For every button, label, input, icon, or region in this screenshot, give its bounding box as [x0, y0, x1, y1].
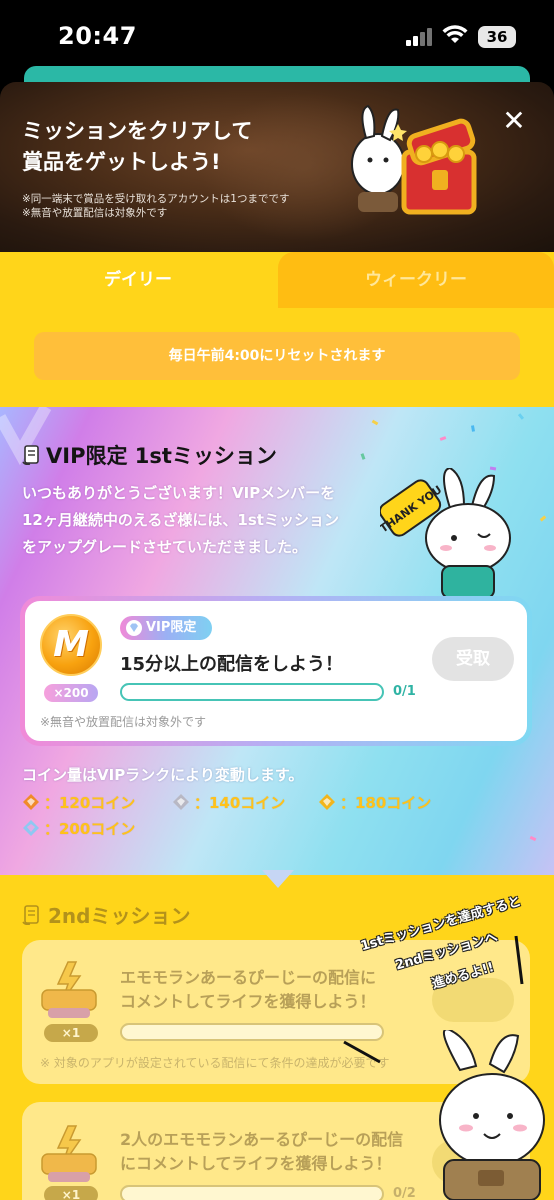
- rank-info-title: コイン量はVIPランクにより変動します。: [22, 766, 304, 784]
- header-note: ※無音や放置配信は対象外です: [22, 207, 168, 219]
- mission-progress-bar: [120, 683, 384, 701]
- mission-title: 2人のエモモランあーるぴーじーの配信 にコメントしてライフを獲得しよう！: [120, 1130, 404, 1173]
- coin-icon: M: [40, 614, 102, 676]
- emomoran-rpg-logo-icon: [41, 961, 97, 1018]
- status-time: 20:47: [58, 22, 137, 50]
- reset-notice: 毎日午前4:00にリセットされます: [34, 332, 520, 380]
- rank-platinum-label: ：200コイン: [44, 820, 136, 838]
- battery-indicator: 36: [478, 26, 516, 48]
- diamond-icon: [126, 620, 142, 636]
- second-mission-heading-text: 2ndミッション: [48, 904, 191, 928]
- status-bar: 20:47 36: [0, 0, 554, 66]
- cellular-signal-icon: [406, 28, 432, 46]
- header-title: ミッションをクリアして 賞品をゲットしよう!: [22, 119, 253, 174]
- mission-progress-text: 0/2: [393, 1186, 416, 1200]
- close-icon[interactable]: ✕: [500, 107, 528, 136]
- emomoran-rpg-logo-icon: [41, 1125, 97, 1182]
- platinum-rank-icon: [23, 820, 39, 836]
- mission-progress-bar: [120, 1185, 384, 1200]
- vip-only-badge-label: VIP限定: [146, 620, 197, 635]
- gold-rank-icon: [319, 794, 335, 810]
- mission-note: ※無音や放置配信は対象外です: [40, 715, 207, 729]
- scroll-icon: [22, 445, 39, 466]
- rank-gold-label: ：180コイン: [340, 794, 432, 812]
- vip-heading: VIP限定 1stミッション: [22, 440, 277, 470]
- reward-quantity: ×1: [44, 1024, 98, 1042]
- mission-header: ミッションをクリアして 賞品をゲットしよう! ※同一端末で賞品を受け取れるアカウ…: [0, 82, 554, 252]
- header-note: ※同一端末で賞品を受け取れるアカウントは1つまでです: [22, 193, 290, 205]
- section-pointer: [262, 870, 294, 888]
- vip-description: いつもありがとうございます！VIPメンバーを12ヶ月継続中のえるざ様には、1st…: [22, 484, 339, 556]
- rank-silver-label: ：140コイン: [194, 794, 286, 812]
- bunny-treasure-chest-illustration: [351, 104, 477, 215]
- mission-title: エモモランあーるぴーじーの配信に コメントしてライフを獲得しよう！: [120, 968, 377, 1011]
- tab-weekly[interactable]: ウィークリー: [278, 252, 554, 308]
- mission-note: ※ 対象のアプリが設定されている配信にて条件の達成が必要です: [40, 1056, 390, 1070]
- rank-bronze-label: ：120コイン: [44, 794, 136, 812]
- scroll-icon: [22, 905, 39, 926]
- reward-quantity: ×1: [44, 1186, 98, 1200]
- reward-quantity: ×200: [44, 684, 98, 702]
- rank-platinum: ：200コイン: [22, 818, 135, 839]
- mission-progress-text: 0/1: [393, 684, 416, 699]
- silver-rank-icon: [173, 794, 189, 810]
- vip-only-badge: VIP限定: [120, 616, 212, 640]
- rank-bronze: ：120コイン: [22, 792, 135, 813]
- wifi-icon: [442, 25, 468, 43]
- tab-daily[interactable]: デイリー: [0, 252, 276, 308]
- bunny-thank-you-mascot: THANK YOU: [380, 468, 511, 598]
- claim-button[interactable]: 受取: [432, 637, 514, 681]
- second-mission-heading: 2ndミッション: [22, 900, 190, 929]
- bunny-explorer-mascot: [439, 1030, 545, 1200]
- vip-heading-text: VIP限定 1stミッション: [46, 444, 277, 468]
- rank-gold: ：180コイン: [318, 792, 431, 813]
- rank-silver: ：140コイン: [172, 792, 285, 813]
- bronze-rank-icon: [23, 794, 39, 810]
- mission-title: 15分以上の配信をしよう！: [120, 654, 344, 675]
